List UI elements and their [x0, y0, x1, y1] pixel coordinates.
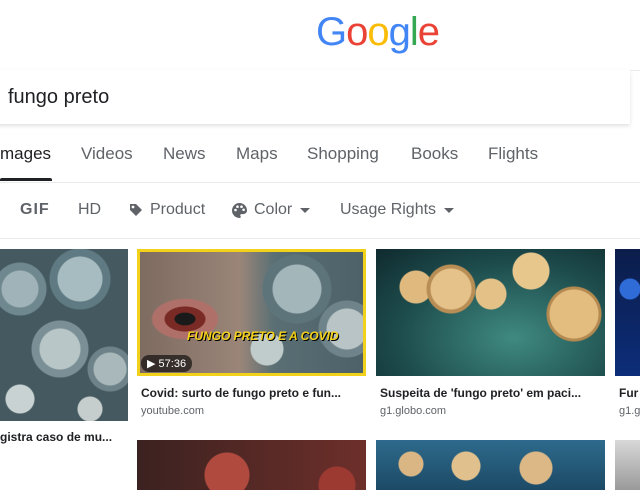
result-title[interactable]: Fur	[619, 386, 640, 400]
result-source[interactable]: g1.g	[619, 405, 640, 417]
result-title[interactable]: Covid: surto de fungo preto e fun...	[141, 386, 363, 400]
tab-shopping[interactable]: Shopping	[307, 144, 379, 164]
video-duration: 57:36	[158, 358, 187, 370]
result-title[interactable]: gistra caso de mu...	[0, 430, 128, 444]
search-bar	[0, 70, 630, 124]
filter-color[interactable]: Color	[231, 201, 311, 219]
result-source[interactable]: g1.globo.com	[380, 405, 602, 417]
thumbnail-overlay-text: FUNGO PRETO E A COVID	[187, 329, 339, 343]
result-thumbnail[interactable]	[0, 249, 128, 421]
play-icon: ▶	[147, 358, 156, 370]
search-tabs: mages Videos News Maps Shopping Books Fl…	[0, 128, 640, 183]
header: Google	[0, 0, 640, 71]
tab-news[interactable]: News	[163, 144, 206, 164]
result-thumbnail[interactable]	[376, 440, 605, 490]
logo-letter: e	[417, 10, 440, 54]
tab-videos[interactable]: Videos	[81, 144, 133, 164]
result-thumbnail[interactable]	[615, 249, 640, 376]
tab-maps[interactable]: Maps	[236, 144, 278, 164]
filter-gif[interactable]: GIF	[20, 201, 50, 219]
result-title[interactable]: Suspeita de 'fungo preto' em paci...	[380, 386, 602, 400]
filter-product-label: Product	[150, 201, 206, 218]
filter-usage-rights[interactable]: Usage Rights	[340, 201, 455, 219]
logo-letter: g	[388, 10, 411, 54]
search-input[interactable]	[8, 84, 508, 110]
result-source[interactable]: youtube.com	[141, 405, 363, 417]
logo-letter: l	[409, 10, 419, 54]
logo-letter: G	[316, 10, 347, 54]
google-logo[interactable]: Google	[316, 10, 440, 54]
active-tab-indicator	[0, 178, 52, 181]
result-thumbnail[interactable]	[137, 440, 366, 490]
filter-hd[interactable]: HD	[78, 201, 101, 219]
chevron-down-icon	[444, 207, 455, 213]
result-thumbnail[interactable]	[376, 249, 605, 376]
logo-letter: o	[346, 10, 368, 54]
logo-letter: o	[367, 10, 389, 54]
tag-icon	[130, 204, 142, 216]
result-thumbnail[interactable]	[615, 440, 640, 490]
chevron-down-icon	[300, 207, 311, 213]
filter-product[interactable]: Product	[128, 201, 205, 219]
result-thumbnail[interactable]: FUNGO PRETO E A COVID ▶ 57:36	[137, 249, 366, 376]
tab-images[interactable]: mages	[0, 144, 51, 164]
filter-bar: GIF HD Product Color Usage Rights	[0, 184, 640, 239]
palette-icon	[232, 202, 247, 218]
tab-books[interactable]: Books	[411, 144, 458, 164]
video-duration-badge: ▶ 57:36	[141, 355, 193, 372]
tab-flights[interactable]: Flights	[488, 144, 538, 164]
filter-usage-rights-label: Usage Rights	[340, 201, 437, 218]
filter-color-label: Color	[254, 201, 293, 218]
